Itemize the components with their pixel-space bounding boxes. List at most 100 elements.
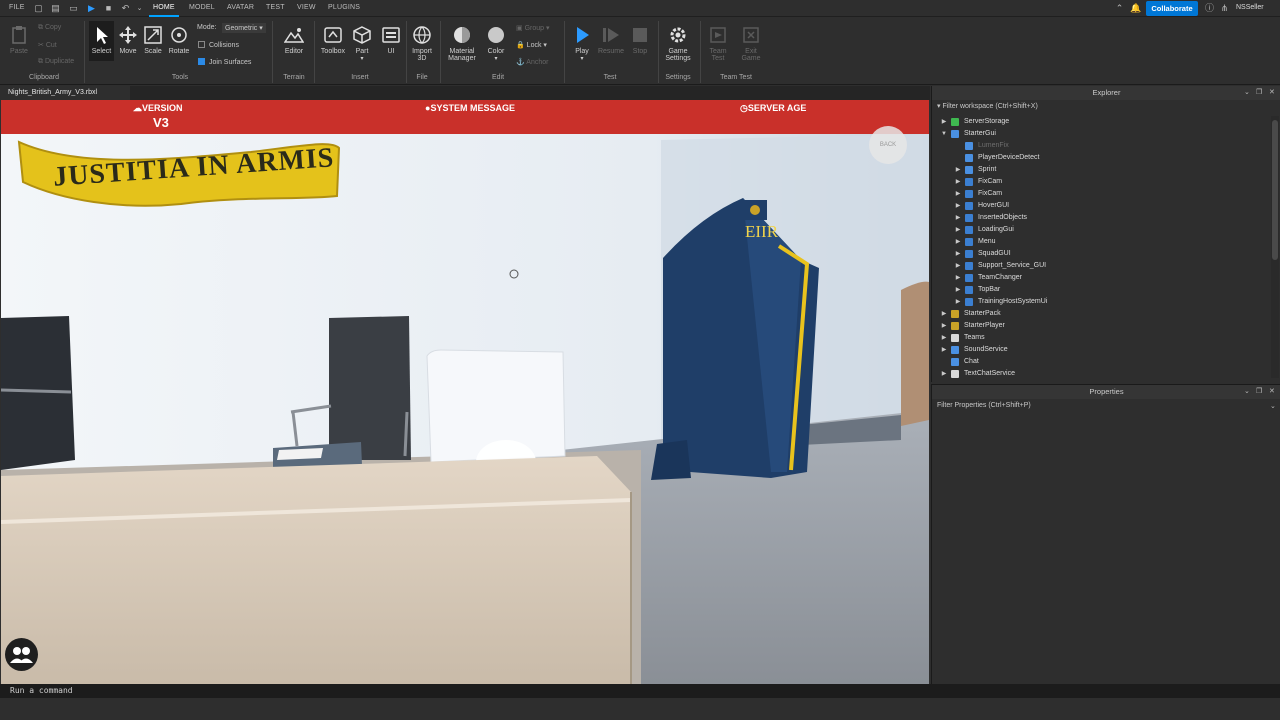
scale-tool-button[interactable]: Scale — [141, 25, 165, 55]
close-icon[interactable]: ✕ — [1269, 387, 1275, 395]
explorer-item[interactable]: ▶ LoadingGui — [932, 224, 1272, 236]
share-icon[interactable]: ⋔ — [1219, 3, 1230, 14]
chevron-right-icon[interactable]: ▶ — [954, 212, 962, 224]
explorer-item[interactable]: ▶ SoundService — [932, 344, 1272, 356]
document-tab[interactable]: Nights_British_Army_V3.rbxl — [0, 86, 130, 100]
explorer-item[interactable]: ▶ Support_Service_GUI — [932, 260, 1272, 272]
stop-button[interactable]: Stop — [627, 25, 653, 55]
undock-icon[interactable]: ❐ — [1256, 387, 1262, 395]
explorer-scroll-thumb[interactable] — [1272, 120, 1278, 260]
chevron-right-icon[interactable]: ▶ — [954, 284, 962, 296]
mode-dropdown[interactable]: Geometric ▾ — [222, 23, 266, 33]
resume-button[interactable]: Resume — [597, 25, 625, 55]
undo-icon[interactable]: ↶ — [120, 3, 131, 14]
group-button[interactable]: ▣ Group ▾ — [516, 24, 550, 32]
command-bar-input[interactable]: Run a command — [0, 684, 1280, 698]
chevron-up-icon[interactable]: ⌃ — [1114, 3, 1125, 14]
explorer-item[interactable]: ▶ FixCam — [932, 176, 1272, 188]
exit-game-button[interactable]: Exit Game — [737, 25, 765, 62]
explorer-item[interactable]: ▶ StarterPlayer — [932, 320, 1272, 332]
lock-button[interactable]: 🔒 Lock ▾ — [516, 41, 547, 49]
explorer-item[interactable]: ▶ StarterPack — [932, 308, 1272, 320]
tab-test[interactable]: TEST — [266, 4, 285, 11]
explorer-item[interactable]: Chat — [932, 356, 1272, 368]
explorer-item[interactable]: ▼ StarterGui — [932, 128, 1272, 140]
join-surfaces-checkbox[interactable]: Join Surfaces — [198, 58, 251, 66]
chevron-right-icon[interactable]: ▶ — [954, 260, 962, 272]
paste-button[interactable]: Paste — [6, 25, 32, 55]
username[interactable]: NSSeller — [1236, 4, 1264, 11]
tab-avatar[interactable]: AVATAR — [227, 4, 254, 11]
ui-button[interactable]: UI — [380, 25, 402, 55]
tab-home[interactable]: HOME — [149, 4, 179, 17]
chevron-right-icon[interactable]: ▶ — [954, 164, 962, 176]
explorer-item[interactable]: ▶ ServerStorage — [932, 116, 1272, 128]
team-test-button[interactable]: Team Test — [704, 25, 732, 62]
properties-filter-input[interactable]: Filter Properties (Ctrl+Shift+P) — [937, 402, 1031, 409]
chevron-right-icon[interactable]: ▶ — [954, 176, 962, 188]
terrain-editor-button[interactable]: Editor — [280, 25, 308, 55]
chevron-right-icon[interactable]: ▶ — [954, 200, 962, 212]
game-settings-button[interactable]: Game Settings — [661, 25, 695, 62]
tab-view[interactable]: VIEW — [297, 4, 316, 11]
chevron-down-icon[interactable]: ▼ — [940, 128, 948, 140]
color-button[interactable]: Color ▾ — [483, 25, 509, 62]
play-button[interactable]: Play ▾ — [569, 25, 595, 62]
rotate-tool-button[interactable]: Rotate — [166, 25, 192, 55]
explorer-item[interactable]: ▶ InsertedObjects — [932, 212, 1272, 224]
toolbox-button[interactable]: Toolbox — [318, 25, 348, 55]
anchor-button[interactable]: ⚓ Anchor — [516, 58, 548, 66]
open-file-icon[interactable]: ▤ — [50, 3, 61, 14]
chevron-right-icon[interactable]: ▶ — [954, 188, 962, 200]
save-icon[interactable]: ▭ — [68, 3, 79, 14]
stop-quick-icon[interactable]: ■ — [103, 3, 114, 14]
chevron-down-icon[interactable]: ⌄ — [1244, 387, 1250, 395]
explorer-item[interactable]: ▶ TrainingHostSystemUi — [932, 296, 1272, 308]
explorer-item[interactable]: PlayerDeviceDetect — [932, 152, 1272, 164]
explorer-item[interactable]: ▶ Sprint — [932, 164, 1272, 176]
tab-plugins[interactable]: PLUGINS — [328, 4, 360, 11]
chevron-right-icon[interactable]: ▶ — [954, 248, 962, 260]
select-tool-button[interactable]: Select — [89, 21, 114, 61]
undock-icon[interactable]: ❐ — [1256, 88, 1262, 96]
explorer-item[interactable]: LumenFix — [932, 140, 1272, 152]
back-button[interactable]: BACK — [869, 126, 907, 164]
duplicate-button[interactable]: ⧉ Duplicate — [38, 58, 74, 66]
chevron-right-icon[interactable]: ▶ — [954, 296, 962, 308]
notifications-icon[interactable]: 🔔 — [1130, 3, 1141, 14]
chevron-down-icon[interactable]: ⌄ — [1270, 402, 1276, 410]
explorer-item[interactable]: ▶ FixCam — [932, 188, 1272, 200]
chevron-right-icon[interactable]: ▶ — [954, 272, 962, 284]
chevron-right-icon[interactable]: ▶ — [954, 236, 962, 248]
explorer-item[interactable]: ▶ TextChatService — [932, 368, 1272, 380]
copy-button[interactable]: ⧉ Copy — [38, 24, 61, 32]
chevron-right-icon[interactable]: ▶ — [940, 332, 948, 344]
tab-model[interactable]: MODEL — [189, 4, 215, 11]
close-icon[interactable]: ✕ — [1269, 88, 1275, 96]
collisions-checkbox[interactable]: Collisions — [198, 41, 239, 49]
material-manager-button[interactable]: Material Manager — [444, 25, 480, 62]
chevron-right-icon[interactable]: ▶ — [940, 368, 948, 380]
cut-button[interactable]: ✂ Cut — [38, 41, 57, 49]
chevron-right-icon[interactable]: ▶ — [940, 320, 948, 332]
part-button[interactable]: Part ▾ — [350, 25, 374, 62]
explorer-item[interactable]: ▶ TeamChanger — [932, 272, 1272, 284]
explorer-filter-input[interactable]: ▾ Filter workspace (Ctrl+Shift+X) — [937, 102, 1038, 110]
chevron-down-icon[interactable]: ⌄ — [1244, 88, 1250, 96]
explorer-item[interactable]: ▶ HoverGUI — [932, 200, 1272, 212]
explorer-item[interactable]: ▶ Menu — [932, 236, 1272, 248]
quick-access-dropdown-icon[interactable]: ⌄ — [134, 3, 145, 14]
chevron-right-icon[interactable]: ▶ — [940, 308, 948, 320]
game-viewport[interactable]: JUSTITIA IN ARMIS EIIR ☁VERSION V3 ●SYST… — [1, 100, 929, 684]
chevron-right-icon[interactable]: ▶ — [940, 344, 948, 356]
chevron-right-icon[interactable]: ▶ — [940, 116, 948, 128]
file-menu[interactable]: FILE — [9, 4, 25, 11]
explorer-item[interactable]: ▶ TopBar — [932, 284, 1272, 296]
explorer-item[interactable]: ▶ Teams — [932, 332, 1272, 344]
new-file-icon[interactable]: ▢ — [33, 3, 44, 14]
move-tool-button[interactable]: Move — [116, 25, 140, 55]
import-3d-button[interactable]: Import 3D — [408, 25, 436, 62]
explorer-item[interactable]: ▶ SquadGUI — [932, 248, 1272, 260]
play-quick-icon[interactable]: ▶ — [86, 3, 97, 14]
chevron-right-icon[interactable]: ▶ — [954, 224, 962, 236]
